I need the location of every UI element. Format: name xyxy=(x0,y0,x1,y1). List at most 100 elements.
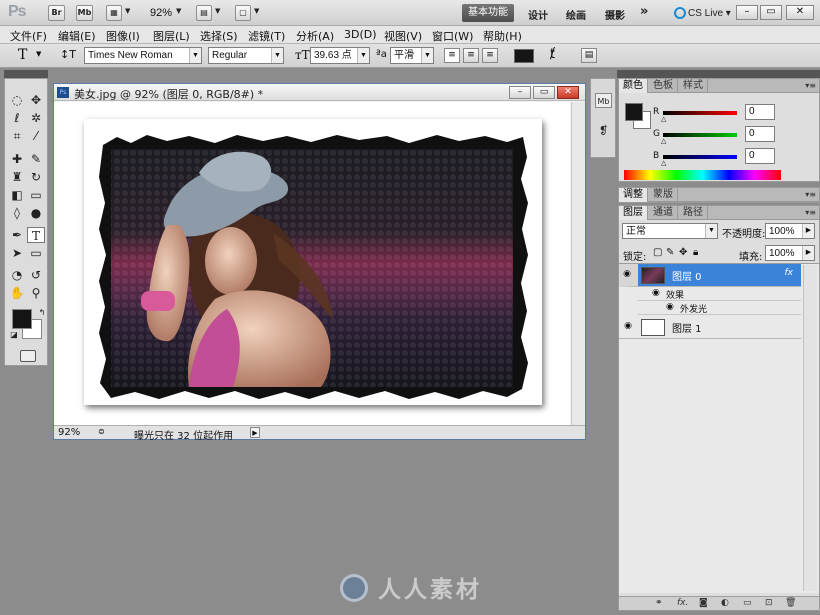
effect-outer-glow-row[interactable]: ◉ 外发光 xyxy=(638,301,801,315)
status-menu-arrow-icon[interactable]: ▶ xyxy=(250,427,260,438)
menu-image[interactable]: 图像(I) xyxy=(106,28,140,44)
blue-value-input[interactable]: 0 xyxy=(745,148,775,164)
document-titlebar[interactable]: Ps 美女.jpg @ 92% (图层 0, RGB/8#) * – ▭ ✕ xyxy=(54,84,585,101)
status-info-icon[interactable]: ⊜ xyxy=(98,427,105,436)
character-panel-icon[interactable]: ▤ xyxy=(581,48,597,63)
3d-rotate-tool-icon[interactable]: ◔ xyxy=(8,267,26,283)
toolbox-header[interactable] xyxy=(4,70,48,78)
tab-styles[interactable]: 样式 xyxy=(679,79,708,93)
brush-tool-icon[interactable]: ✎ xyxy=(27,151,45,167)
font-family-select[interactable]: Times New Roman ▼ xyxy=(84,47,202,64)
toggle-text-orientation-icon[interactable]: ↕T xyxy=(60,48,76,61)
effects-row[interactable]: ◉ 效果 xyxy=(638,287,801,301)
new-layer-icon[interactable]: ⊡ xyxy=(765,598,773,608)
menu-view[interactable]: 视图(V) xyxy=(384,28,422,44)
mini-bridge-icon[interactable]: Mb xyxy=(76,5,93,21)
align-center-icon[interactable]: ≡ xyxy=(463,48,479,63)
menu-analysis[interactable]: 分析(A) xyxy=(296,28,334,44)
more-workspaces-icon[interactable]: » xyxy=(640,4,648,19)
new-group-icon[interactable]: ▭ xyxy=(743,598,752,608)
screen-mode-icon[interactable]: ▢ xyxy=(235,5,251,21)
document-minimize-button[interactable]: – xyxy=(509,86,531,99)
workspace-design-button[interactable]: 设计 xyxy=(528,7,548,22)
menu-help[interactable]: 帮助(H) xyxy=(483,28,522,44)
gradient-tool-icon[interactable]: ▭ xyxy=(27,187,45,203)
close-button[interactable]: ✕ xyxy=(786,5,814,20)
minimize-button[interactable]: – xyxy=(736,5,758,20)
swap-colors-icon[interactable]: ↰ xyxy=(33,305,51,321)
panel-menu-icon[interactable]: ▾≡ xyxy=(805,190,816,199)
canvas[interactable] xyxy=(54,102,570,425)
history-brush-tool-icon[interactable]: ↻ xyxy=(27,169,45,185)
dodge-tool-icon[interactable]: ● xyxy=(27,205,45,221)
hand-tool-icon[interactable]: ✋ xyxy=(8,285,26,301)
maximize-button[interactable]: ▭ xyxy=(760,5,782,20)
menu-window[interactable]: 窗口(W) xyxy=(432,28,473,44)
document-maximize-button[interactable]: ▭ xyxy=(533,86,555,99)
panel-menu-icon[interactable]: ▾≡ xyxy=(805,208,816,217)
status-zoom-field[interactable]: 92% xyxy=(58,427,88,438)
text-color-swatch[interactable] xyxy=(514,49,534,63)
type-tool-icon[interactable]: T xyxy=(27,227,45,243)
visibility-eye-icon[interactable]: ◉ xyxy=(621,269,633,279)
tool-preset-dropdown-icon[interactable]: ▼ xyxy=(36,50,41,58)
red-value-input[interactable]: 0 xyxy=(745,104,775,120)
eyedropper-tool-icon[interactable]: ⁄ xyxy=(27,128,45,144)
menu-filter[interactable]: 滤镜(T) xyxy=(248,28,285,44)
cs-live-button[interactable]: CS Live ▾ xyxy=(672,6,735,21)
lock-position-icon[interactable]: ✥ xyxy=(679,247,687,258)
tab-adjustments[interactable]: 调整 xyxy=(619,188,648,202)
pen-tool-icon[interactable]: ✒ xyxy=(8,227,26,243)
tab-paths[interactable]: 路径 xyxy=(679,206,708,220)
clone-stamp-tool-icon[interactable]: ♜ xyxy=(8,169,26,185)
red-slider-knob-icon[interactable]: △ xyxy=(661,115,666,123)
lock-transparent-icon[interactable]: ▢ xyxy=(653,247,662,258)
tab-layers[interactable]: 图层 xyxy=(619,206,648,220)
lock-pixels-icon[interactable]: ✎ xyxy=(666,247,674,258)
red-slider-track[interactable] xyxy=(663,111,737,115)
outer-glow-eye-icon[interactable]: ◉ xyxy=(666,302,674,312)
font-size-select[interactable]: 39.63 点 ▼ xyxy=(310,47,370,64)
font-style-select[interactable]: Regular ▼ xyxy=(208,47,284,64)
link-layers-icon[interactable]: ⚭ xyxy=(655,598,663,608)
layers-scrollbar[interactable] xyxy=(803,265,817,591)
add-mask-icon[interactable]: ◙ xyxy=(699,598,708,608)
workspace-essentials-button[interactable]: 基本功能 xyxy=(462,4,514,22)
screen-mode-dropdown-icon[interactable]: ▼ xyxy=(254,7,259,15)
blue-slider-track[interactable] xyxy=(663,155,737,159)
bridge-icon[interactable]: Br xyxy=(48,5,65,21)
zoom-dropdown-icon[interactable]: ▼ xyxy=(176,7,181,15)
workspace-photography-button[interactable]: 摄影 xyxy=(605,7,625,22)
blue-slider-knob-icon[interactable]: △ xyxy=(661,159,666,167)
green-value-input[interactable]: 0 xyxy=(745,126,775,142)
color-fg-swatch[interactable] xyxy=(625,103,643,121)
opacity-input[interactable]: 100% ▶ xyxy=(765,223,815,239)
3d-orbit-tool-icon[interactable]: ↺ xyxy=(27,267,45,283)
align-right-icon[interactable]: ≡ xyxy=(482,48,498,63)
tab-channels[interactable]: 通道 xyxy=(649,206,678,220)
tab-masks[interactable]: 蒙版 xyxy=(649,188,678,202)
menu-select[interactable]: 选择(S) xyxy=(200,28,238,44)
lasso-tool-icon[interactable]: ℓ xyxy=(8,110,26,126)
quick-selection-tool-icon[interactable]: ✲ xyxy=(27,110,45,126)
vertical-scrollbar[interactable] xyxy=(571,102,585,425)
color-spectrum-bar[interactable] xyxy=(624,170,781,180)
menu-layer[interactable]: 图层(L) xyxy=(153,28,190,44)
mini-bridge-panel-icon[interactable]: Mb xyxy=(595,93,612,108)
add-layer-style-icon[interactable]: fx. xyxy=(677,598,688,608)
quick-mask-icon[interactable] xyxy=(20,350,36,362)
arrange-documents-icon[interactable]: ▤ xyxy=(196,5,212,21)
move-tool-icon[interactable]: ✥ xyxy=(27,92,45,108)
panel-dock-header[interactable] xyxy=(617,70,820,78)
menu-edit[interactable]: 编辑(E) xyxy=(58,28,96,44)
view-extras-icon[interactable]: ▦ xyxy=(106,5,122,21)
zoom-level-select[interactable]: 92% xyxy=(150,7,172,19)
foreground-color-swatch[interactable] xyxy=(12,309,32,329)
effects-eye-icon[interactable]: ◉ xyxy=(652,288,660,298)
delete-layer-icon[interactable]: 🗑︎ xyxy=(785,598,796,608)
character-panel-icon[interactable]: ❡ xyxy=(595,123,612,138)
layer-row-1[interactable]: ◉ 图层 1 xyxy=(619,316,801,339)
tab-swatches[interactable]: 色板 xyxy=(649,79,678,93)
eraser-tool-icon[interactable]: ◧ xyxy=(8,187,26,203)
default-colors-icon[interactable]: ◪ xyxy=(5,327,23,343)
